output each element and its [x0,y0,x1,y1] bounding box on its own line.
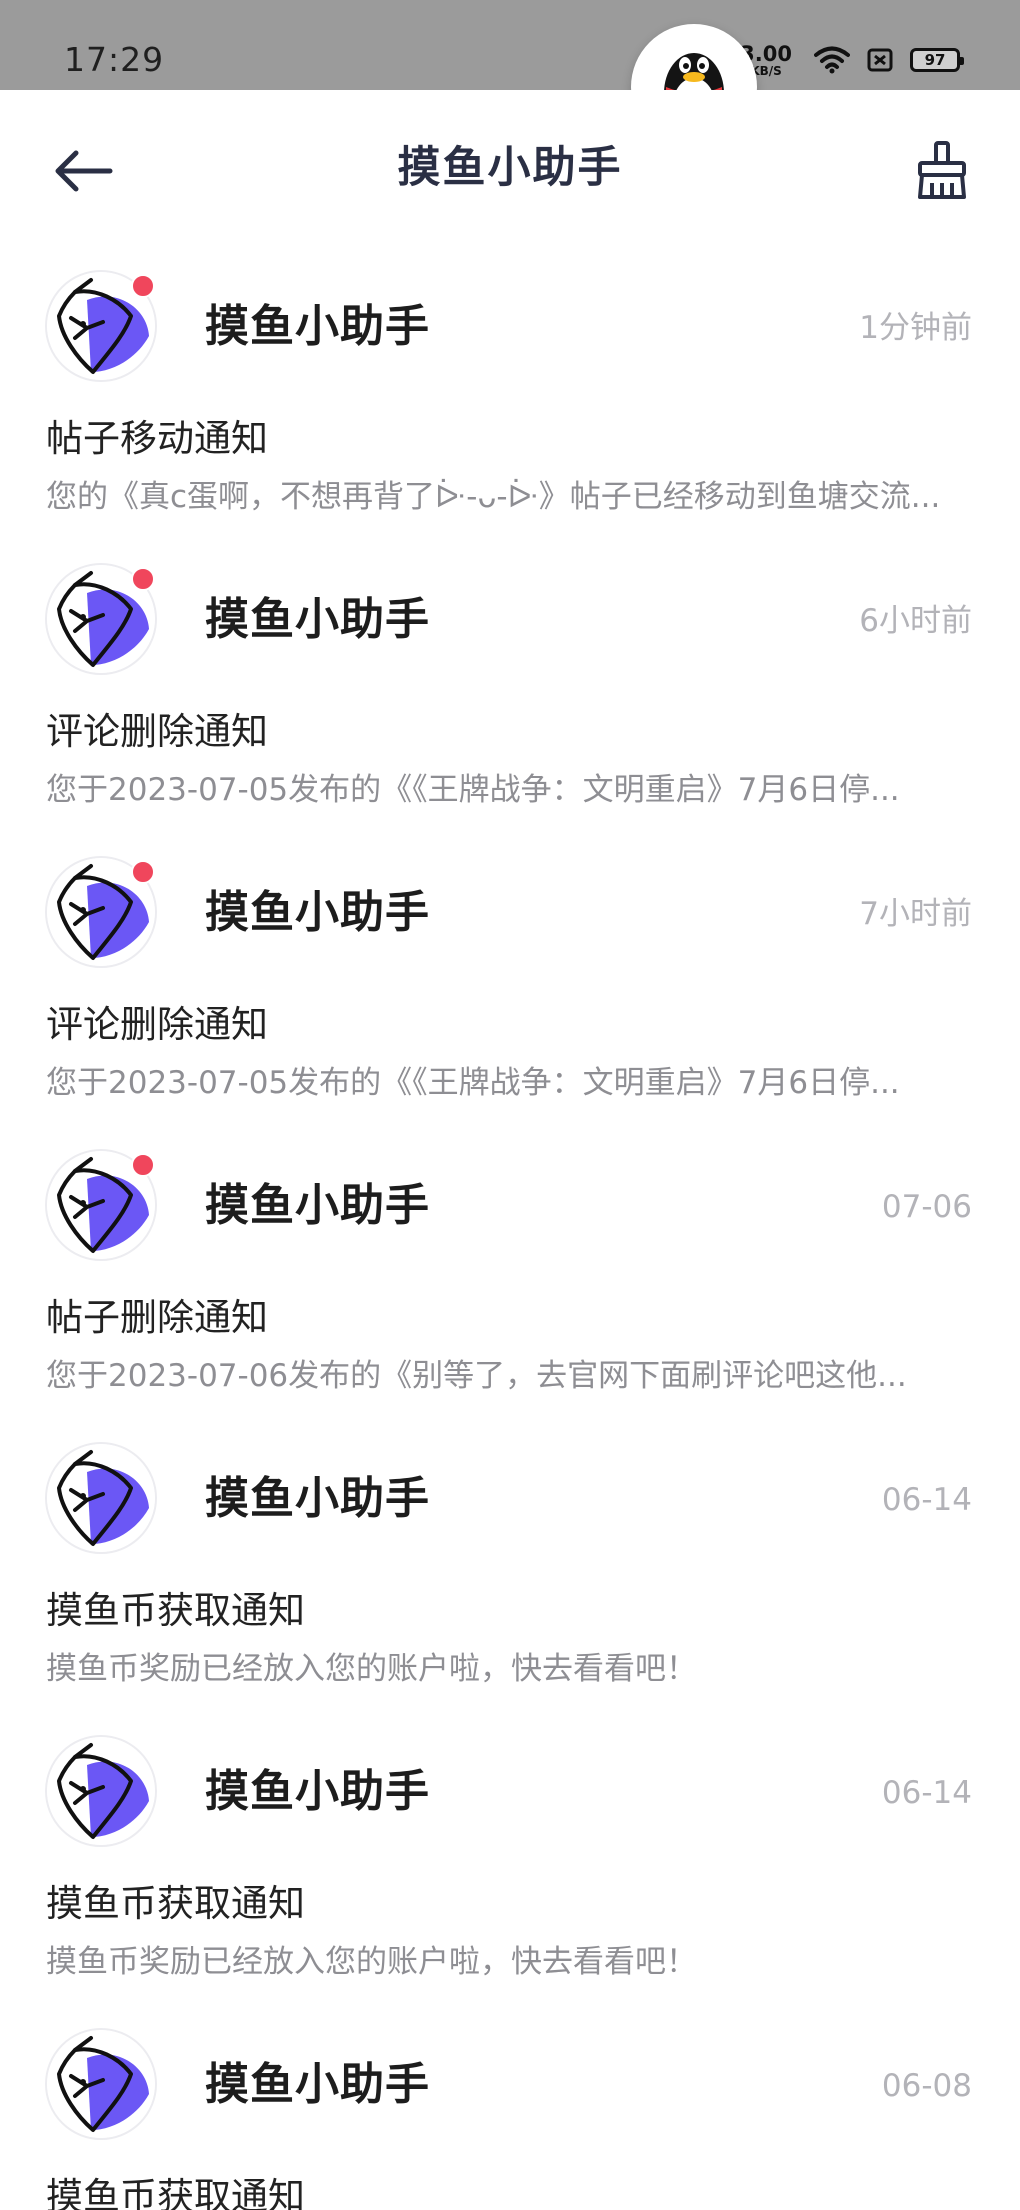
list-item[interactable]: 摸鱼小助手 6小时前 评论删除通知 您于2023-07-05发布的《《王牌战争：… [0,533,1020,826]
status-bar: 17:29 3.00 KB/S 97 [0,0,1020,90]
fish-logo-icon [47,2030,155,2138]
message-title: 评论删除通知 [46,1003,268,1046]
clear-messages-button[interactable] [902,130,982,210]
no-sim-icon [867,48,893,72]
message-preview: 摸鱼币奖励已经放入您的账户啦，快去看看吧！ [46,1651,697,1687]
page-title: 摸鱼小助手 [397,143,623,193]
status-time: 17:29 [64,40,165,79]
message-time: 07-06 [881,1189,972,1225]
message-time: 06-14 [881,1775,972,1811]
unread-badge [131,1153,155,1177]
message-time: 7小时前 [859,896,972,932]
sender-name: 摸鱼小助手 [205,1180,430,1231]
avatar [45,563,157,675]
avatar [45,1442,157,1554]
message-title: 摸鱼币获取通知 [46,1589,305,1632]
fish-logo-icon [47,1444,155,1552]
list-item[interactable]: 摸鱼小助手 06-14 摸鱼币获取通知 摸鱼币奖励已经放入您的账户啦，快去看看吧… [0,1705,1020,1998]
avatar [45,856,157,968]
avatar [45,270,157,382]
fish-logo-icon [47,1737,155,1845]
avatar [45,2028,157,2140]
message-preview: 摸鱼币奖励已经放入您的账户啦，快去看看吧！ [46,1944,697,1980]
message-time: 06-08 [881,2068,972,2104]
sender-name: 摸鱼小助手 [205,1766,430,1817]
message-title: 摸鱼币获取通知 [46,1882,305,1925]
list-item[interactable]: 摸鱼小助手 06-08 摸鱼币获取通知 [0,1998,1020,2210]
unread-badge [131,860,155,884]
message-preview: 您的《真c蛋啊，不想再背了ᐕ-ᴗ-ᐕ》帖子已经移动到鱼塘交流... [46,479,941,515]
message-time: 1分钟前 [859,310,972,346]
unread-badge [131,274,155,298]
list-item[interactable]: 摸鱼小助手 06-14 摸鱼币获取通知 摸鱼币奖励已经放入您的账户啦，快去看看吧… [0,1412,1020,1705]
avatar [45,1149,157,1261]
message-list: 摸鱼小助手 1分钟前 帖子移动通知 您的《真c蛋啊，不想再背了ᐕ-ᴗ-ᐕ》帖子已… [0,240,1020,2210]
message-time: 6小时前 [859,603,972,639]
sender-name: 摸鱼小助手 [205,2059,430,2110]
avatar [45,1735,157,1847]
sender-name: 摸鱼小助手 [205,594,430,645]
message-preview: 您于2023-07-05发布的《《王牌战争：文明重启》7月6日停... [46,772,900,808]
unread-badge [131,567,155,591]
message-title: 摸鱼币获取通知 [46,2175,305,2210]
message-title: 帖子移动通知 [46,417,268,460]
app-screen: 17:29 3.00 KB/S 97 摸鱼小助手 摸鱼小助手 1分钟前 帖子移动… [0,0,1020,2210]
sender-name: 摸鱼小助手 [205,1473,430,1524]
message-preview: 您于2023-07-05发布的《《王牌战争：文明重启》7月6日停... [46,1065,900,1101]
wifi-icon [814,46,850,74]
status-icons: 3.00 KB/S 97 [740,40,964,80]
app-header: 摸鱼小助手 [0,90,1020,240]
message-title: 帖子删除通知 [46,1296,268,1339]
message-time: 06-14 [881,1482,972,1518]
list-item[interactable]: 摸鱼小助手 07-06 帖子删除通知 您于2023-07-06发布的《别等了，去… [0,1119,1020,1412]
list-item[interactable]: 摸鱼小助手 1分钟前 帖子移动通知 您的《真c蛋啊，不想再背了ᐕ-ᴗ-ᐕ》帖子已… [0,240,1020,533]
sender-name: 摸鱼小助手 [205,887,430,938]
message-preview: 您于2023-07-06发布的《别等了，去官网下面刷评论吧这他... [46,1358,907,1394]
broom-icon [918,141,966,199]
battery-indicator: 97 [910,48,964,72]
sender-name: 摸鱼小助手 [205,301,430,352]
list-item[interactable]: 摸鱼小助手 7小时前 评论删除通知 您于2023-07-05发布的《《王牌战争：… [0,826,1020,1119]
message-title: 评论删除通知 [46,710,268,753]
